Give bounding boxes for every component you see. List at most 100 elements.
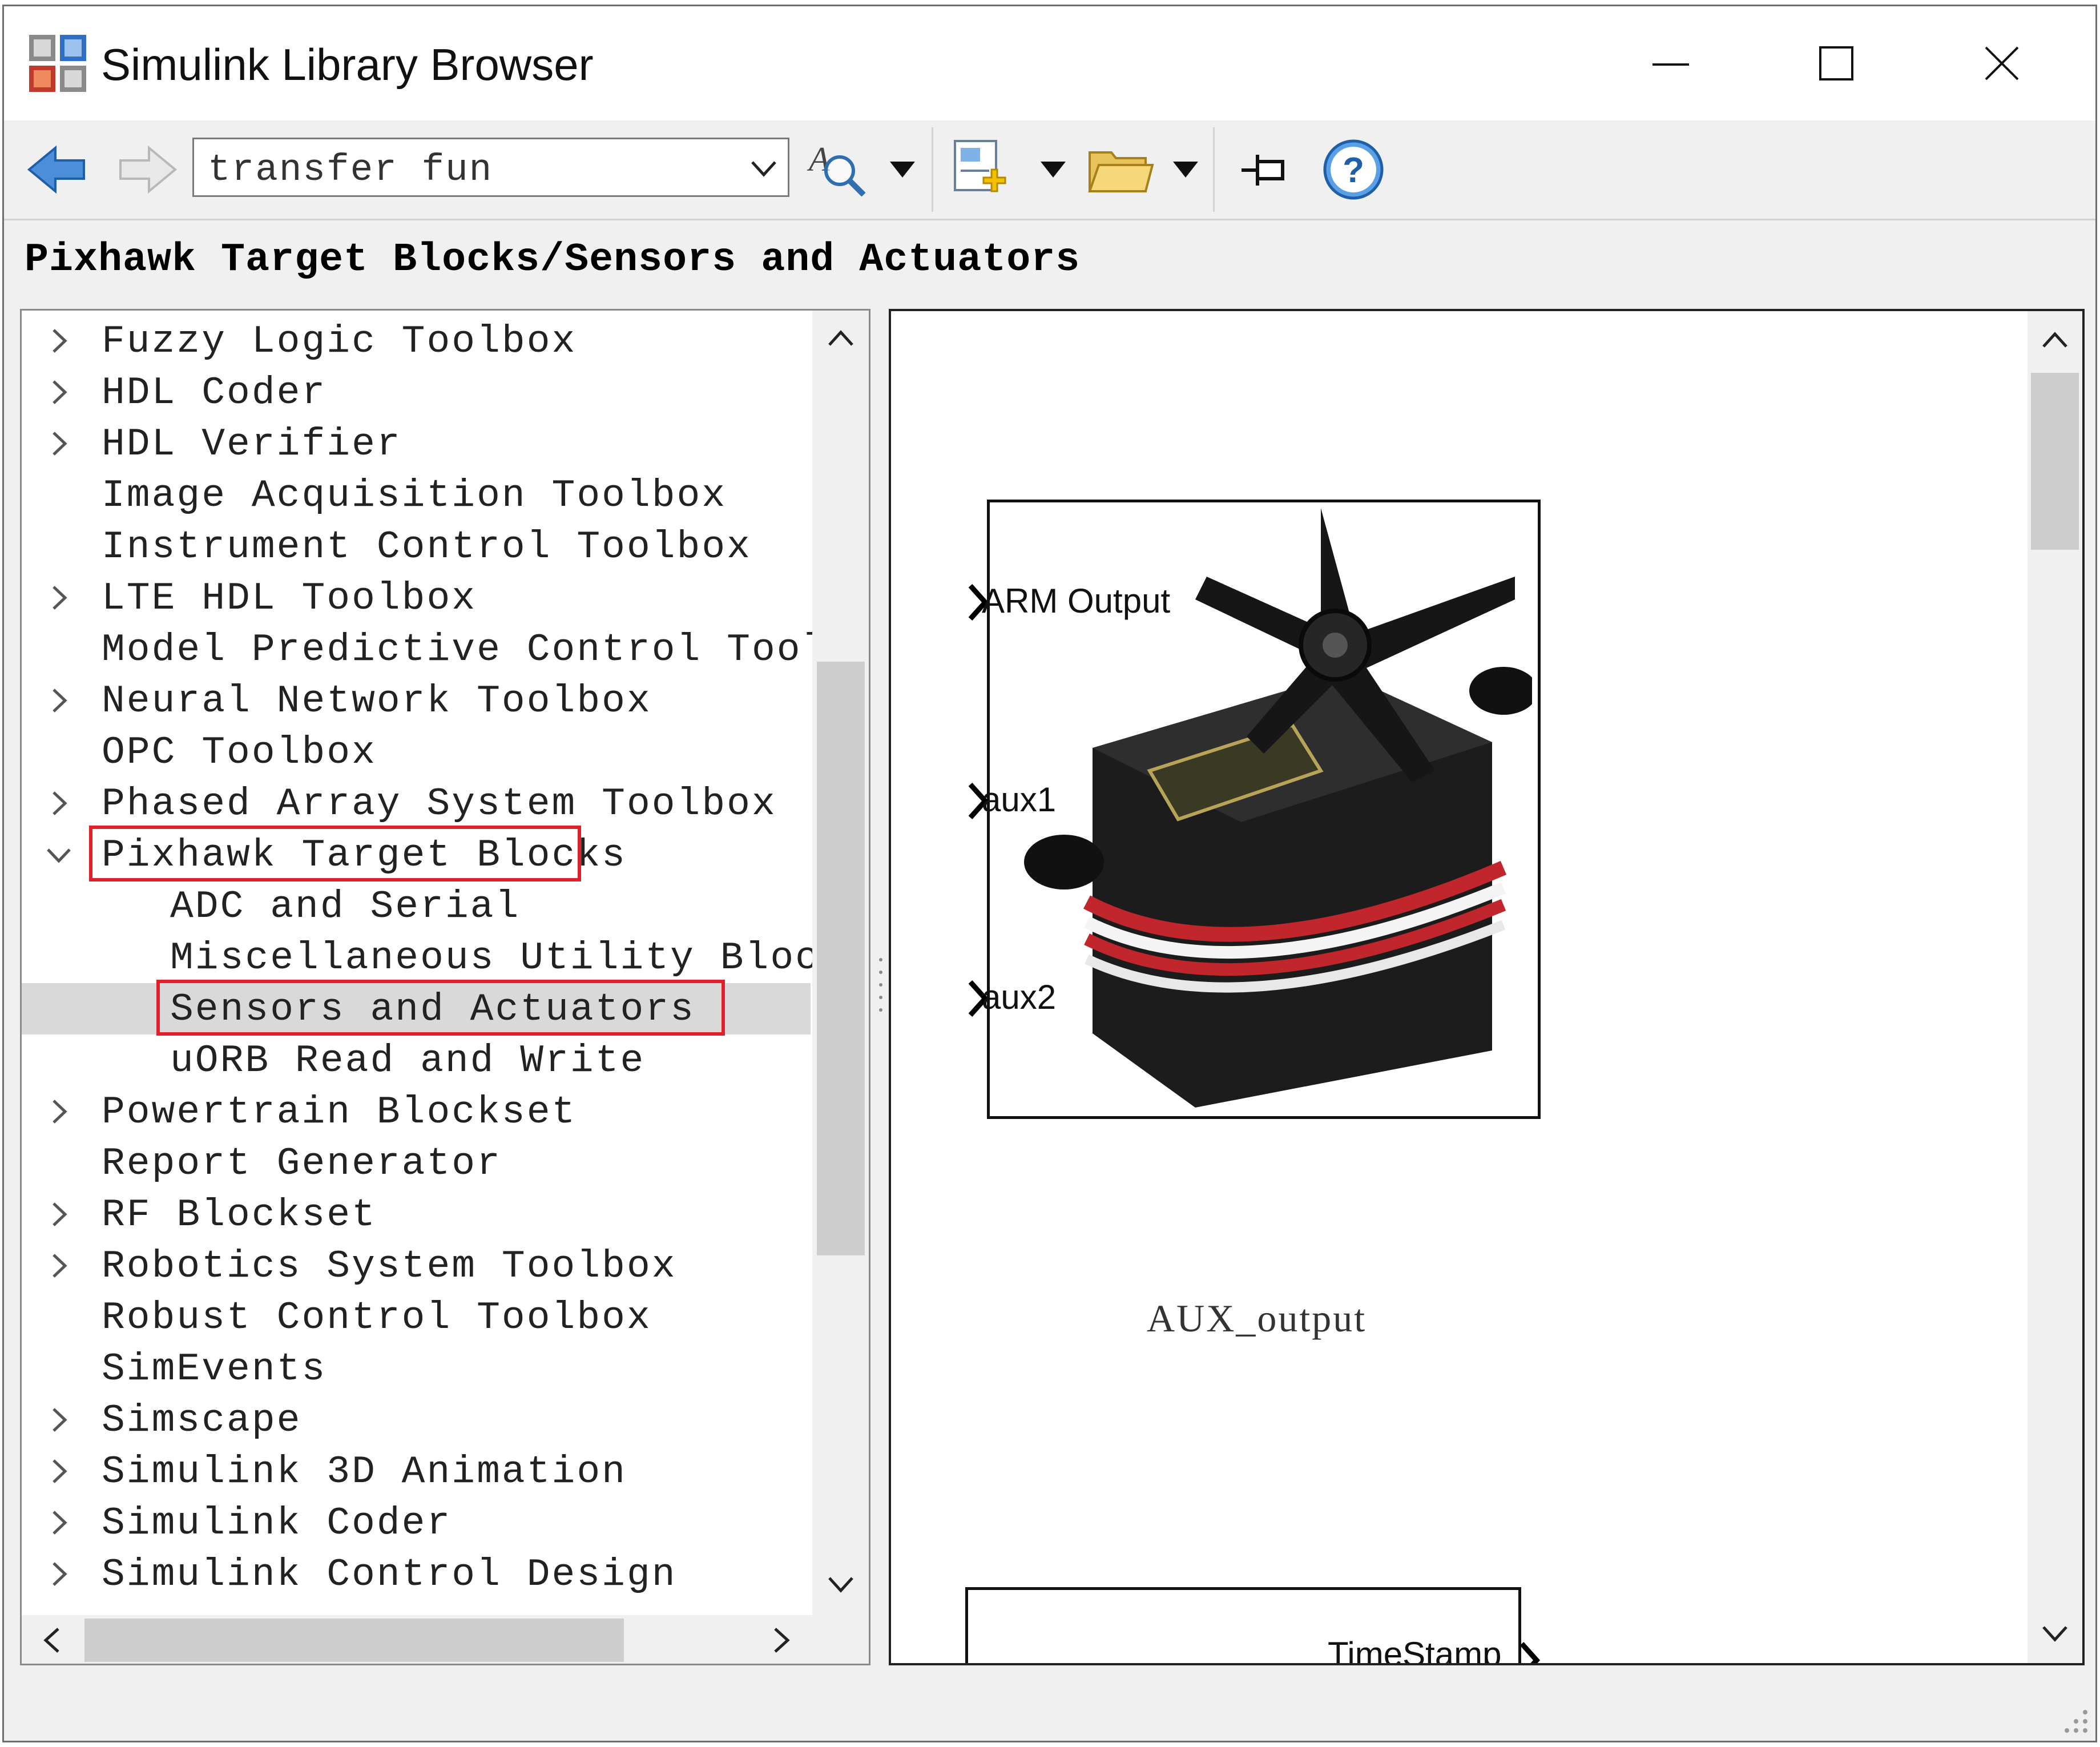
help-icon[interactable]: ? xyxy=(1320,136,1386,203)
library-browser-window: Simulink Library Browser transfer fun A xyxy=(2,5,2097,1742)
tree-item[interactable]: uORB Read and Write xyxy=(22,1034,811,1086)
new-model-icon[interactable] xyxy=(952,138,1020,200)
tree-item[interactable]: OPC Toolbox xyxy=(22,726,811,778)
search-input-value: transfer fun xyxy=(208,148,493,191)
input-port-arm-output[interactable]: ARM Output xyxy=(967,582,1170,622)
chevron-right-icon[interactable] xyxy=(45,1097,73,1126)
tree-item[interactable]: Powertrain Blockset xyxy=(22,1086,811,1137)
title-bar: Simulink Library Browser xyxy=(4,6,2095,120)
tree-item[interactable]: Report Generator xyxy=(22,1137,811,1189)
chevron-right-icon[interactable] xyxy=(45,378,73,406)
tree-item-label: HDL Verifier xyxy=(102,422,402,466)
search-text-icon[interactable]: A xyxy=(807,138,869,200)
chevron-right-icon[interactable] xyxy=(45,1251,73,1280)
tree-item[interactable]: Model Predictive Control Toolbox xyxy=(22,623,869,675)
open-dropdown-icon[interactable] xyxy=(1170,156,1202,183)
port-label: aux1 xyxy=(982,780,1057,819)
tree-item[interactable]: HDL Verifier xyxy=(22,418,811,469)
resize-grip-icon[interactable] xyxy=(2057,1702,2091,1736)
chevron-down-icon[interactable] xyxy=(45,840,73,869)
chevron-down-icon[interactable] xyxy=(745,150,782,186)
block-preview-pane[interactable]: ARM Output aux1 aux2 AUX_output TimeStam… xyxy=(889,309,2085,1665)
aux-output-block[interactable]: ARM Output aux1 aux2 xyxy=(968,500,1541,1119)
tree-item[interactable]: ADC and Serial xyxy=(22,880,811,932)
port-label: ARM Output xyxy=(982,582,1171,620)
back-arrow-icon[interactable] xyxy=(26,141,88,198)
tree-item[interactable]: Robotics System Toolbox xyxy=(22,1240,811,1291)
splitter-grip-icon[interactable] xyxy=(876,954,885,1023)
tree-item-label: Miscellaneous Utility Blocks xyxy=(170,936,870,980)
tree-item-label: Simulink 3D Animation xyxy=(102,1450,627,1494)
chevron-right-icon[interactable] xyxy=(45,429,73,458)
stay-on-top-pin-icon[interactable] xyxy=(1237,146,1292,195)
tree-item-label: Neural Network Toolbox xyxy=(102,679,652,723)
chevron-right-icon[interactable] xyxy=(45,1560,73,1588)
tree-item[interactable]: Simulink 3D Animation xyxy=(22,1446,811,1497)
new-dropdown-icon[interactable] xyxy=(1037,156,1069,183)
preview-vertical-scrollbar[interactable] xyxy=(2028,311,2082,1663)
block-name-label: AUX_output xyxy=(1147,1297,1367,1340)
tree-item-label: Image Acquisition Toolbox xyxy=(102,474,727,518)
tree-item-label: Robotics System Toolbox xyxy=(102,1245,677,1289)
chevron-right-icon[interactable] xyxy=(45,1508,73,1537)
search-options-dropdown-icon[interactable] xyxy=(886,156,918,183)
input-port-aux1[interactable]: aux1 xyxy=(967,780,1056,821)
chevron-right-icon[interactable] xyxy=(45,686,73,715)
scroll-left-icon[interactable] xyxy=(35,1623,70,1657)
tree-item[interactable]: Image Acquisition Toolbox xyxy=(22,469,811,521)
tree-item-label: Report Generator xyxy=(102,1142,502,1186)
chevron-right-icon[interactable] xyxy=(45,583,73,612)
tree-item[interactable]: Simscape xyxy=(22,1394,811,1446)
minimize-button[interactable] xyxy=(1637,29,1705,98)
chevron-right-icon[interactable] xyxy=(45,1457,73,1486)
scroll-up-icon[interactable] xyxy=(2038,324,2072,358)
tree-horizontal-scrollbar[interactable] xyxy=(22,1615,869,1664)
svg-text:?: ? xyxy=(1343,151,1364,190)
open-folder-icon[interactable] xyxy=(1086,142,1155,199)
tree-item-label: RF Blockset xyxy=(102,1193,377,1237)
library-tree[interactable]: Fuzzy Logic Toolbox HDL Coder HDL Verifier… xyxy=(20,309,870,1665)
close-button[interactable] xyxy=(1968,29,2036,98)
scroll-down-icon[interactable] xyxy=(2038,1616,2072,1650)
tree-item[interactable]: Simulink Coder xyxy=(22,1497,811,1548)
tree-item[interactable]: LTE HDL Toolbox xyxy=(22,572,811,623)
tree-item[interactable]: Fuzzy Logic Toolbox xyxy=(22,315,811,367)
forward-arrow-icon[interactable] xyxy=(116,141,179,198)
tree-item[interactable]: Miscellaneous Utility Blocks xyxy=(22,932,869,983)
tree-item-label: OPC Toolbox xyxy=(102,731,377,775)
scroll-up-icon[interactable] xyxy=(824,322,858,356)
tree-item-label: ADC and Serial xyxy=(170,885,521,929)
maximize-button[interactable] xyxy=(1802,29,1871,98)
scroll-thumb[interactable] xyxy=(817,662,865,1255)
tree-item-label: Model Predictive Control Toolbox xyxy=(102,628,870,672)
scroll-thumb[interactable] xyxy=(2031,373,2079,550)
input-port-aux2[interactable]: aux2 xyxy=(967,978,1056,1019)
tree-item[interactable]: Instrument Control Toolbox xyxy=(22,521,811,572)
tree-item[interactable]: Simulink Control Design xyxy=(22,1548,811,1600)
chevron-right-icon[interactable] xyxy=(45,1200,73,1229)
highlight-box xyxy=(156,980,725,1036)
tree-item[interactable]: Robust Control Toolbox xyxy=(22,1291,811,1343)
scroll-right-icon[interactable] xyxy=(764,1623,798,1657)
timestamp-block[interactable]: TimeStamp xyxy=(965,1587,1541,1665)
tree-item[interactable]: HDL Coder xyxy=(22,367,811,418)
tree-item[interactable]: SimEvents xyxy=(22,1343,811,1394)
chevron-right-icon[interactable] xyxy=(45,789,73,818)
tree-item-label: Simulink Coder xyxy=(102,1502,452,1545)
highlight-box xyxy=(89,826,581,881)
tree-item-label: Phased Array System Toolbox xyxy=(102,782,777,826)
toolbar: transfer fun A ? xyxy=(4,120,2095,220)
tree-vertical-scrollbar[interactable] xyxy=(812,311,869,1615)
scroll-down-icon[interactable] xyxy=(824,1567,858,1601)
output-port-label: TimeStamp xyxy=(1328,1635,1502,1665)
tree-item[interactable]: Neural Network Toolbox xyxy=(22,675,811,726)
chevron-right-icon[interactable] xyxy=(45,327,73,355)
search-input[interactable]: transfer fun xyxy=(192,138,789,197)
port-arrow-icon xyxy=(1519,1641,1541,1663)
tree-item[interactable]: Phased Array System Toolbox xyxy=(22,778,811,829)
chevron-right-icon[interactable] xyxy=(45,1406,73,1434)
tree-item-label: Simscape xyxy=(102,1399,302,1443)
scroll-thumb[interactable] xyxy=(84,1619,624,1662)
tree-item[interactable]: RF Blockset xyxy=(22,1189,811,1240)
tree-item-label: Instrument Control Toolbox xyxy=(102,525,752,569)
